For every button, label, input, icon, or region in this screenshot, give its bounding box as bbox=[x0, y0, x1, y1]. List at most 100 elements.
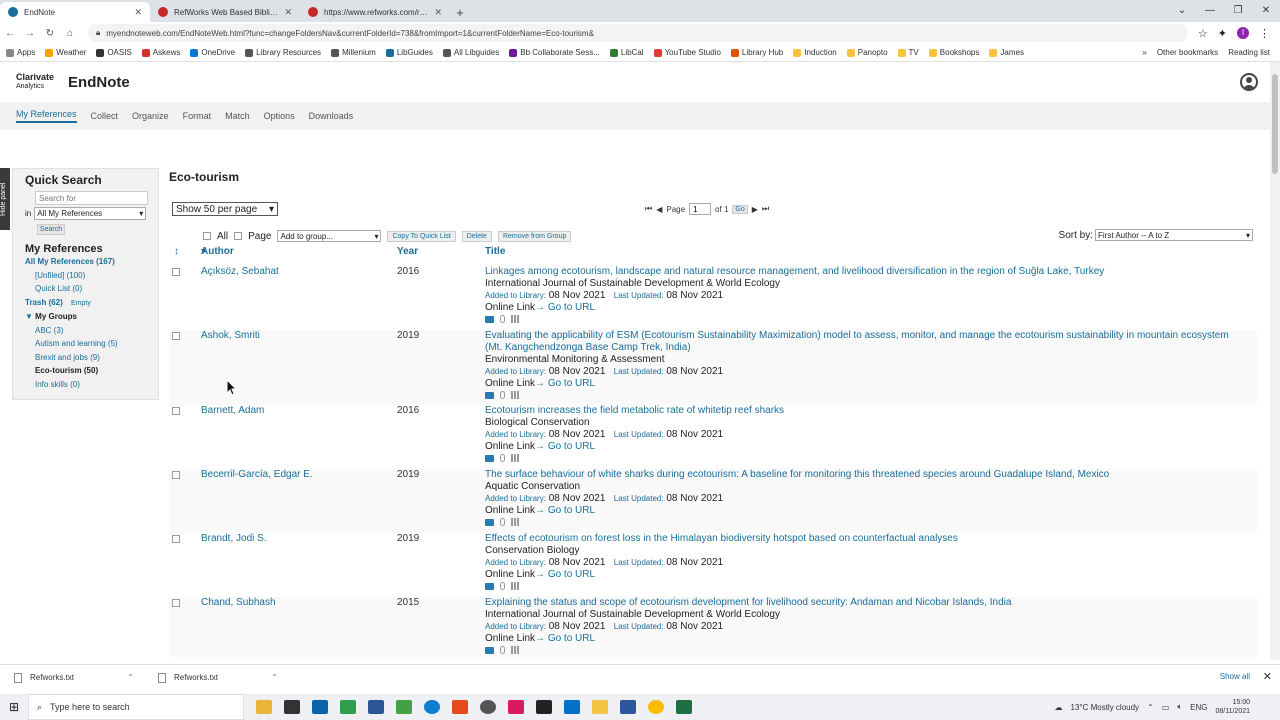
group-info-skills[interactable]: Info skills (0) bbox=[25, 378, 158, 392]
nav-organize[interactable]: Organize bbox=[132, 111, 169, 121]
chevron-up-icon[interactable]: ⌃ bbox=[271, 673, 278, 682]
paperclip-icon[interactable] bbox=[500, 582, 505, 590]
reference-title-link[interactable]: Effects of ecotourism on forest loss in … bbox=[485, 533, 1241, 545]
reference-title-link[interactable]: Evaluating the applicability of ESM (Eco… bbox=[485, 330, 1241, 354]
search-scope-select[interactable]: All My References ▾ bbox=[34, 207, 147, 220]
reading-list[interactable]: Reading list bbox=[1228, 48, 1270, 57]
app-icon[interactable] bbox=[508, 700, 524, 714]
row-checkbox[interactable] bbox=[172, 268, 180, 276]
row-checkbox[interactable] bbox=[172, 407, 180, 415]
nav-options[interactable]: Options bbox=[264, 111, 295, 121]
windows-start-icon[interactable]: ⊞ bbox=[0, 700, 28, 714]
folder-icon[interactable] bbox=[485, 391, 494, 399]
bookmark-item[interactable]: Apps bbox=[6, 48, 35, 57]
row-checkbox[interactable] bbox=[172, 599, 180, 607]
group-abc[interactable]: ABC (3) bbox=[25, 324, 158, 338]
chevron-up-icon[interactable]: ⌃ bbox=[127, 673, 134, 682]
taskbar-search[interactable]: ⌕ Type here to search bbox=[28, 694, 244, 720]
author-link[interactable]: Barnett, Adam bbox=[201, 405, 264, 416]
row-checkbox[interactable] bbox=[172, 535, 180, 543]
bookmark-item[interactable]: All Libguides bbox=[442, 48, 499, 57]
search-input[interactable] bbox=[35, 191, 148, 205]
bar-chart-icon[interactable] bbox=[511, 315, 520, 323]
page-scrollbar[interactable] bbox=[1270, 62, 1280, 660]
last-page-icon[interactable]: ⏭ bbox=[762, 204, 769, 214]
folder-icon[interactable] bbox=[485, 518, 494, 526]
paperclip-icon[interactable] bbox=[500, 646, 505, 654]
col-year[interactable]: Year bbox=[397, 246, 418, 257]
browser-tab-endnote[interactable]: EndNote ✕ bbox=[0, 2, 150, 22]
nav-format[interactable]: Format bbox=[183, 111, 212, 121]
bookmark-item[interactable]: Weather bbox=[45, 48, 86, 57]
quick-list-link[interactable]: Quick List (0) bbox=[25, 282, 158, 296]
folder-icon[interactable] bbox=[485, 315, 494, 323]
row-checkbox[interactable] bbox=[172, 471, 180, 479]
bar-chart-icon[interactable] bbox=[511, 518, 520, 526]
copy-to-quick-list-button[interactable]: Copy To Quick List bbox=[387, 230, 456, 242]
profile-avatar[interactable]: I bbox=[1237, 27, 1249, 39]
trash-link[interactable]: Trash (62) bbox=[25, 298, 63, 307]
per-page-select[interactable]: Show 50 per page ▾ bbox=[172, 202, 278, 216]
bookmark-item[interactable]: Askews bbox=[141, 48, 180, 57]
nav-my-references[interactable]: My References bbox=[16, 109, 77, 123]
home-icon[interactable]: ⌂ bbox=[60, 28, 80, 39]
browser-tab-refworks[interactable]: RefWorks Web Based Bibliograp ✕ bbox=[150, 2, 300, 22]
bar-chart-icon[interactable] bbox=[511, 454, 520, 462]
clock[interactable]: 15:00 08/11/2021 bbox=[1215, 698, 1250, 716]
app-icon[interactable] bbox=[480, 700, 496, 714]
search-button[interactable]: Search bbox=[37, 224, 65, 235]
bar-chart-icon[interactable] bbox=[511, 646, 520, 654]
bookmark-item[interactable]: Millenium bbox=[331, 48, 376, 57]
row-checkbox[interactable] bbox=[172, 332, 180, 340]
bookmark-item[interactable]: LibCal bbox=[609, 48, 644, 57]
remove-from-group-button[interactable]: Remove from Group bbox=[497, 230, 572, 242]
bookmark-item[interactable]: Bookshops bbox=[928, 48, 979, 57]
bookmarks-more-icon[interactable]: » bbox=[1142, 48, 1146, 57]
sort-select[interactable]: First Author -- A to Z ▾ bbox=[1095, 229, 1253, 241]
go-to-url-link[interactable]: Go to URL bbox=[548, 302, 595, 313]
author-link[interactable]: Açıksöz, Sebahat bbox=[201, 266, 279, 277]
add-to-group-select[interactable]: Add to group... ▾ bbox=[277, 230, 382, 242]
bookmark-item[interactable]: Library Resources bbox=[245, 48, 321, 57]
download-item[interactable]: Refworks.txt ⌃ bbox=[144, 672, 288, 683]
prev-page-icon[interactable]: ◀ bbox=[656, 205, 662, 214]
go-button[interactable]: Go bbox=[732, 204, 748, 214]
weather-text[interactable]: 13°C Mostly cloudy bbox=[1071, 703, 1140, 712]
folder-icon[interactable] bbox=[485, 454, 494, 462]
app-icon[interactable] bbox=[396, 700, 412, 714]
chevron-down-icon[interactable]: ⌄ bbox=[1168, 0, 1196, 22]
new-tab-icon[interactable]: + bbox=[450, 2, 470, 22]
app-icon[interactable] bbox=[452, 700, 468, 714]
bookmark-item[interactable]: Library Hub bbox=[730, 48, 783, 57]
unfiled-link[interactable]: [Unfiled] (100) bbox=[25, 269, 158, 283]
edge-icon[interactable] bbox=[424, 700, 440, 714]
bookmark-item[interactable]: Panopto bbox=[846, 48, 888, 57]
minimize-icon[interactable]: — bbox=[1196, 0, 1224, 22]
scrollbar-thumb[interactable] bbox=[1272, 74, 1278, 174]
endnote-app-icon[interactable] bbox=[536, 700, 552, 714]
app-icon[interactable] bbox=[340, 700, 356, 714]
word-icon[interactable] bbox=[620, 700, 636, 714]
bookmark-item[interactable]: LibGuides bbox=[385, 48, 433, 57]
go-to-url-link[interactable]: Go to URL bbox=[548, 505, 595, 516]
user-icon[interactable] bbox=[1240, 73, 1258, 91]
bookmark-item[interactable]: OASIS bbox=[96, 48, 132, 57]
outlook-icon[interactable] bbox=[564, 700, 580, 714]
reference-title-link[interactable]: Ecotourism increases the field metabolic… bbox=[485, 405, 1241, 417]
extensions-icon[interactable]: ✦ bbox=[1218, 27, 1227, 40]
author-link[interactable]: Becerril-García, Edgar E. bbox=[201, 469, 313, 480]
group-eco-tourism[interactable]: Eco-tourism (50) bbox=[25, 364, 158, 378]
store-icon[interactable] bbox=[284, 700, 300, 714]
nav-collect[interactable]: Collect bbox=[91, 111, 119, 121]
back-icon[interactable]: ← bbox=[0, 28, 20, 39]
show-all-button[interactable]: Show all bbox=[1220, 672, 1250, 681]
reference-title-link[interactable]: Explaining the status and scope of ecoto… bbox=[485, 597, 1241, 609]
tray-chevron-icon[interactable]: ⌃ bbox=[1147, 703, 1154, 712]
bookmark-item[interactable]: James bbox=[989, 48, 1024, 57]
go-to-url-link[interactable]: Go to URL bbox=[548, 633, 595, 644]
close-icon[interactable]: ✕ bbox=[434, 7, 442, 18]
paperclip-icon[interactable] bbox=[500, 315, 505, 323]
paperclip-icon[interactable] bbox=[500, 454, 505, 462]
bookmark-item[interactable]: OneDrive bbox=[190, 48, 235, 57]
select-all-checkbox[interactable] bbox=[203, 232, 211, 240]
